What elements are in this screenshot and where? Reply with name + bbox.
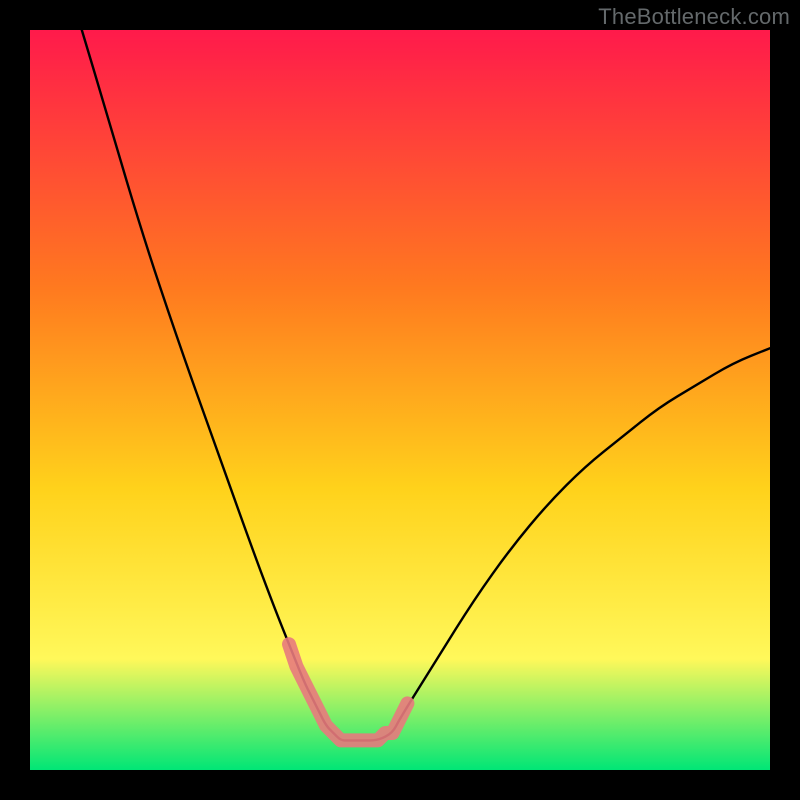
plot-area [30,30,770,770]
bottleneck-chart [0,0,800,800]
watermark-text: TheBottleneck.com [598,4,790,30]
chart-canvas: TheBottleneck.com [0,0,800,800]
